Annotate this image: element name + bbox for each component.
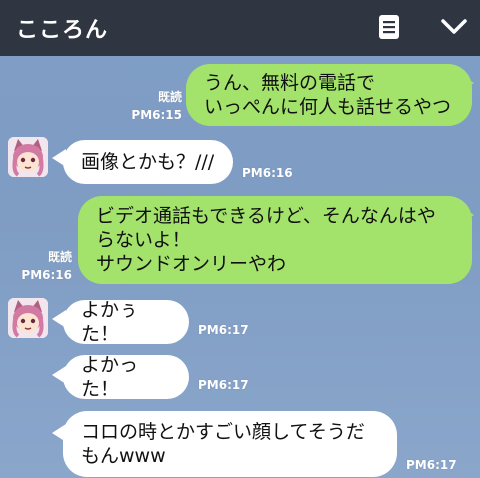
chevron-down-icon[interactable] — [440, 17, 468, 37]
message-text: よかった！ — [81, 354, 139, 400]
message-bubble[interactable]: ビデオ通話もできるけど、そんなんはや らないよ！ サウンドオンリーやわ — [78, 196, 472, 284]
notes-icon[interactable] — [378, 14, 400, 40]
message-text: うん、無料の電話で いっぺんに何人も話せるやつ — [204, 72, 452, 118]
message-text: ビデオ通話もできるけど、そんなんはや らないよ！ サウンドオンリーやわ — [96, 205, 436, 275]
message-time: PM6:17 — [198, 378, 249, 392]
avatar[interactable] — [8, 137, 48, 177]
message-text: よかぅた！ — [81, 299, 139, 345]
chat-header: こころん — [0, 0, 480, 56]
message-time: PM6:16 — [242, 166, 293, 180]
message-bubble[interactable]: よかぅた！ — [63, 299, 189, 345]
message-time: PM6:17 — [406, 458, 457, 472]
message-bubble[interactable]: コロの時とかすごい顔してそうだ もんwww — [63, 411, 397, 477]
message-bubble[interactable]: よかった！ — [63, 354, 189, 400]
message-bubble[interactable]: うん、無料の電話で いっぺんに何人も話せるやつ — [186, 64, 472, 126]
fox-girl-avatar-icon — [8, 137, 48, 177]
read-receipt: 既読 — [47, 250, 72, 264]
avatar[interactable] — [8, 298, 48, 338]
message-time: PM6:16 — [21, 268, 72, 282]
read-receipt: 既読 — [157, 90, 182, 104]
chat-title: こころん — [16, 18, 109, 43]
message-text: コロの時とかすごい顔してそうだ もんwww — [81, 421, 365, 467]
message-text: 画像とかも？/// — [81, 151, 215, 173]
message-time: PM6:17 — [198, 323, 249, 337]
fox-girl-avatar-icon — [8, 298, 48, 338]
message-time: PM6:15 — [131, 108, 182, 122]
message-bubble[interactable]: 画像とかも？/// — [63, 140, 233, 184]
